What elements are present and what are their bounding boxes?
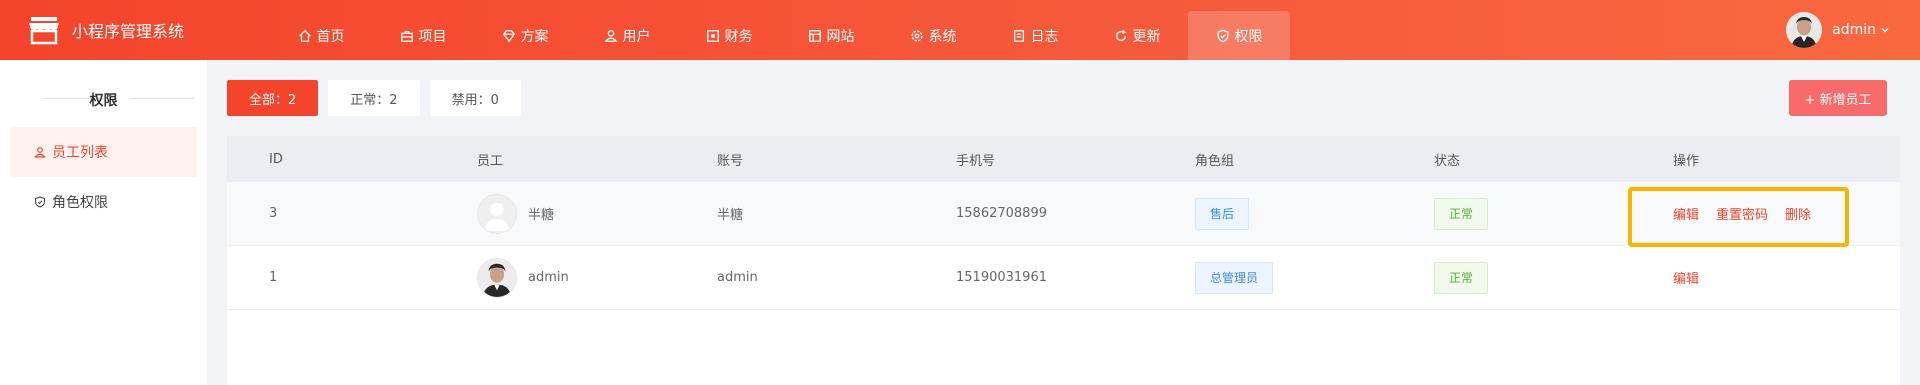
actions-cell: 编辑 xyxy=(1673,246,1716,309)
column-header: 员工 xyxy=(477,153,504,169)
nav-logs[interactable]: 日志 xyxy=(984,11,1086,60)
home-icon xyxy=(298,29,311,42)
table-row: 3 半糖 半糖 15862708899 售后 正常 编辑 重置密码 删除 xyxy=(227,182,1900,246)
sidebar-item-label: 角色权限 xyxy=(52,195,108,211)
table-header: ID 员工 账号 手机号 角色组 状态 操作 xyxy=(227,136,1900,182)
nav-website[interactable]: 网站 xyxy=(780,11,882,60)
refresh-icon xyxy=(1115,29,1126,41)
user-icon xyxy=(34,147,46,158)
column-header: 角色组 xyxy=(1195,153,1235,169)
nav-label: 权限 xyxy=(1234,28,1263,45)
status-badge: 正常 xyxy=(1434,197,1489,230)
column-header: 操作 xyxy=(1673,153,1700,169)
delete-link[interactable]: 删除 xyxy=(1785,204,1811,223)
status-cell: 正常 xyxy=(1434,246,1489,309)
nav-label: 日志 xyxy=(1030,28,1059,45)
employee-cell: 半糖 xyxy=(477,182,554,245)
status-filter-tabs: 全部：2 正常：2 禁用：0 xyxy=(227,80,531,116)
sidebar-item-role-permissions[interactable]: 角色权限 xyxy=(10,177,197,227)
nav-label: 网站 xyxy=(826,28,855,45)
column-header: 手机号 xyxy=(956,153,996,169)
role-tag: 售后 xyxy=(1195,197,1250,230)
nav-label: 项目 xyxy=(418,28,447,45)
employee-phone: 15862708899 xyxy=(956,206,1047,221)
sidebar-item-employee-list[interactable]: 员工列表 xyxy=(10,127,197,177)
reset-password-link[interactable]: 重置密码 xyxy=(1716,204,1768,223)
employee-id: 1 xyxy=(269,270,278,285)
role-cell: 售后 xyxy=(1195,182,1250,245)
shield-icon xyxy=(1217,29,1228,42)
role-tag: 总管理员 xyxy=(1195,261,1274,294)
nav-label: 用户 xyxy=(622,28,651,45)
nav-finance[interactable]: 财务 xyxy=(678,11,780,60)
employee-id: 3 xyxy=(269,206,278,221)
table-row: 1 admin admin 15190031961 总管理员 正常 编辑 xyxy=(227,246,1900,310)
edit-link[interactable]: 编辑 xyxy=(1673,268,1699,287)
nav-projects[interactable]: 项目 xyxy=(372,11,474,60)
sidebar-item-label: 员工列表 xyxy=(52,145,108,161)
nav-update[interactable]: 更新 xyxy=(1086,11,1188,60)
sidebar: 权限 员工列表 角色权限 xyxy=(0,60,207,385)
shield-icon xyxy=(34,196,46,208)
nav-system[interactable]: 系统 xyxy=(882,11,984,60)
window-icon xyxy=(808,29,821,42)
employee-table: ID 员工 账号 手机号 角色组 状态 操作 3 半糖 半糖 158627088… xyxy=(227,136,1900,385)
employee-name: 半糖 xyxy=(528,208,555,223)
avatar xyxy=(477,257,517,298)
column-header: ID xyxy=(269,151,283,167)
status-cell: 正常 xyxy=(1434,182,1489,245)
nav-users[interactable]: 用户 xyxy=(576,11,678,60)
nav-label: 首页 xyxy=(316,28,345,45)
filter-all[interactable]: 全部：2 xyxy=(227,80,319,116)
column-header: 账号 xyxy=(717,153,744,169)
diamond-icon xyxy=(502,29,515,42)
default-avatar-icon xyxy=(478,194,516,233)
nav-home[interactable]: 首页 xyxy=(270,11,372,60)
top-header: 小程序管理系统 首页 项目 方案 用户 财务 网站 系统 日志 更新 权限 ad… xyxy=(0,0,1920,60)
main-nav: 首页 项目 方案 用户 财务 网站 系统 日志 更新 权限 xyxy=(270,11,1290,60)
filter-normal[interactable]: 正常：2 xyxy=(328,80,420,116)
avatar[interactable] xyxy=(1786,12,1823,48)
add-employee-button[interactable]: + 新增员工 xyxy=(1789,80,1887,116)
employee-phone: 15190031961 xyxy=(956,270,1047,285)
gear-icon xyxy=(911,30,922,41)
actions-cell: 编辑 重置密码 删除 xyxy=(1673,182,1828,245)
employee-cell: admin xyxy=(477,246,569,309)
filter-disabled[interactable]: 禁用：0 xyxy=(429,80,521,116)
nav-label: 财务 xyxy=(724,28,753,45)
user-menu[interactable]: admin xyxy=(1786,12,1890,48)
employee-account: admin xyxy=(717,270,758,285)
avatar xyxy=(477,193,517,234)
person-photo-icon xyxy=(478,258,516,297)
user-name: admin xyxy=(1832,22,1876,38)
sidebar-title: 权限 xyxy=(89,93,118,109)
nav-permissions[interactable]: 权限 xyxy=(1188,11,1290,60)
nav-label: 更新 xyxy=(1132,28,1161,45)
divider xyxy=(130,98,194,99)
role-cell: 总管理员 xyxy=(1195,246,1274,309)
status-badge: 正常 xyxy=(1434,261,1489,294)
app-name: 小程序管理系统 xyxy=(72,22,185,41)
user-icon xyxy=(603,29,618,42)
nav-label: 系统 xyxy=(928,28,957,45)
briefcase-icon xyxy=(400,30,413,42)
nav-label: 方案 xyxy=(520,28,549,45)
wallet-icon xyxy=(706,29,719,42)
store-logo-icon xyxy=(29,17,59,45)
employee-account: 半糖 xyxy=(717,208,744,223)
employee-name: admin xyxy=(528,270,569,285)
column-header: 状态 xyxy=(1434,153,1461,169)
edit-link[interactable]: 编辑 xyxy=(1673,204,1699,223)
person-photo-icon xyxy=(1786,12,1823,48)
nav-plans[interactable]: 方案 xyxy=(474,11,576,60)
log-icon xyxy=(1013,29,1024,42)
brand[interactable]: 小程序管理系统 xyxy=(28,14,184,46)
chevron-down-icon xyxy=(1881,28,1889,33)
